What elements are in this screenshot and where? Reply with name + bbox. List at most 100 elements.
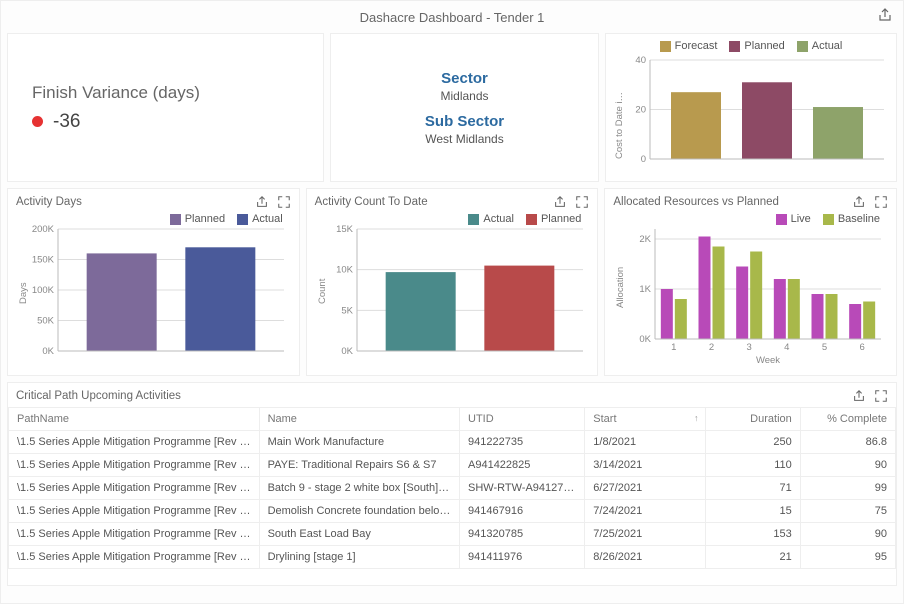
status-dot-icon [32,116,43,127]
cell-utid: A941422825 [460,454,585,477]
cell-utid: 941467916 [460,500,585,523]
cell-duration: 71 [705,477,800,500]
cell-utid: SHW-RTW-A9412748… [460,477,585,500]
svg-text:1: 1 [672,342,677,353]
cell-pct: 75 [800,500,895,523]
cell-path: \1.5 Series Apple Mitigation Programme [… [9,454,260,477]
legend-planned: Planned [185,213,225,225]
cell-name: PAYE: Traditional Repairs S6 & S7 [259,454,459,477]
cell-start: 7/24/2021 [585,500,705,523]
col-name[interactable]: Name [259,408,459,431]
finish-variance-card: Finish Variance (days) -36 [7,33,324,182]
share-icon[interactable] [255,195,269,209]
svg-text:5K: 5K [341,305,353,316]
cell-pct: 86.8 [800,431,895,454]
svg-text:0K: 0K [341,346,353,357]
svg-text:40: 40 [635,56,646,66]
table-row[interactable]: \1.5 Series Apple Mitigation Programme [… [9,546,896,569]
cell-pct: 99 [800,477,895,500]
resources-title: Allocated Resources vs Planned [613,196,779,208]
activity-days-chart: 0K50K100K150K200KDays [14,225,292,365]
cell-path: \1.5 Series Apple Mitigation Programme [… [9,523,260,546]
cell-path: \1.5 Series Apple Mitigation Programme [… [9,500,260,523]
critical-path-table: PathName Name UTID Start↑ Duration % Com… [8,407,896,569]
svg-text:1K: 1K [640,284,652,295]
share-icon[interactable] [852,389,866,403]
legend-actual: Actual [812,40,843,52]
cell-start: 8/26/2021 [585,546,705,569]
cell-utid: 941411976 [460,546,585,569]
cell-start: 6/27/2021 [585,477,705,500]
expand-icon[interactable] [874,389,888,403]
table-title: Critical Path Upcoming Activities [16,390,181,402]
cell-start: 3/14/2021 [585,454,705,477]
cell-duration: 250 [705,431,800,454]
col-start[interactable]: Start↑ [585,408,705,431]
legend-actual: Actual [483,213,514,225]
cell-duration: 15 [705,500,800,523]
table-row[interactable]: \1.5 Series Apple Mitigation Programme [… [9,500,896,523]
svg-text:Allocation: Allocation [615,267,626,308]
expand-icon[interactable] [277,195,291,209]
legend-live: Live [791,213,811,225]
svg-text:6: 6 [860,342,865,353]
activity-days-title: Activity Days [16,196,82,208]
col-complete[interactable]: % Complete [800,408,895,431]
expand-icon[interactable] [874,195,888,209]
cost-to-date-card: Forecast Planned Actual 02040Cost to Dat… [605,33,897,182]
cell-pct: 95 [800,546,895,569]
table-row[interactable]: \1.5 Series Apple Mitigation Programme [… [9,454,896,477]
table-row[interactable]: \1.5 Series Apple Mitigation Programme [… [9,523,896,546]
cell-pct: 90 [800,454,895,477]
svg-text:4: 4 [785,342,790,353]
svg-text:5: 5 [822,342,827,353]
legend-planned: Planned [541,213,581,225]
svg-text:0K: 0K [640,334,652,345]
activity-count-panel: Activity Count To Date Actual Planned 0K… [306,188,599,376]
svg-text:2K: 2K [640,234,652,245]
sort-asc-icon: ↑ [694,413,699,423]
svg-text:200K: 200K [32,225,55,235]
svg-text:100K: 100K [32,285,55,296]
sector-value: Midlands [440,89,488,103]
critical-path-table-card: Critical Path Upcoming Activities PathNa… [7,382,897,586]
cell-name: Drylining [stage 1] [259,546,459,569]
col-pathname[interactable]: PathName [9,408,260,431]
cell-name: Demolish Concrete foundation below th… [259,500,459,523]
dashboard-title: Dashacre Dashboard - Tender 1 [360,10,545,25]
cell-utid: 941320785 [460,523,585,546]
activity-count-chart: 0K5K10K15KCount [313,225,591,365]
subsector-label: Sub Sector [425,113,504,130]
legend-forecast: Forecast [675,40,718,52]
resources-panel: Allocated Resources vs Planned Live Base… [604,188,897,376]
cell-duration: 21 [705,546,800,569]
svg-text:Count: Count [317,278,328,304]
legend-planned: Planned [744,40,784,52]
cell-name: Main Work Manufacture [259,431,459,454]
svg-text:Days: Days [18,282,29,304]
table-row[interactable]: \1.5 Series Apple Mitigation Programme [… [9,431,896,454]
share-icon[interactable] [852,195,866,209]
cost-chart: 02040Cost to Date i… [612,56,890,171]
sector-card: Sector Midlands Sub Sector West Midlands [330,33,599,182]
cell-name: South East Load Bay [259,523,459,546]
expand-icon[interactable] [575,195,589,209]
cost-legend: Forecast Planned Actual [612,40,890,52]
share-icon[interactable] [553,195,567,209]
activity-count-title: Activity Count To Date [315,196,428,208]
cell-path: \1.5 Series Apple Mitigation Programme [… [9,546,260,569]
table-row[interactable]: \1.5 Series Apple Mitigation Programme [… [9,477,896,500]
resources-chart: 0K 1K 2K 1 2 3 4 5 6 Week Allocation [611,225,889,365]
cell-start: 1/8/2021 [585,431,705,454]
svg-text:Week: Week [756,355,780,365]
svg-text:20: 20 [635,105,646,116]
cell-name: Batch 9 - stage 2 white box [South] SE4… [259,477,459,500]
share-icon[interactable] [877,7,893,23]
col-duration[interactable]: Duration [705,408,800,431]
svg-text:10K: 10K [336,265,354,276]
svg-text:2: 2 [709,342,714,353]
svg-text:3: 3 [747,342,752,353]
col-utid[interactable]: UTID [460,408,585,431]
sector-label: Sector [441,70,488,87]
legend-actual: Actual [252,213,283,225]
